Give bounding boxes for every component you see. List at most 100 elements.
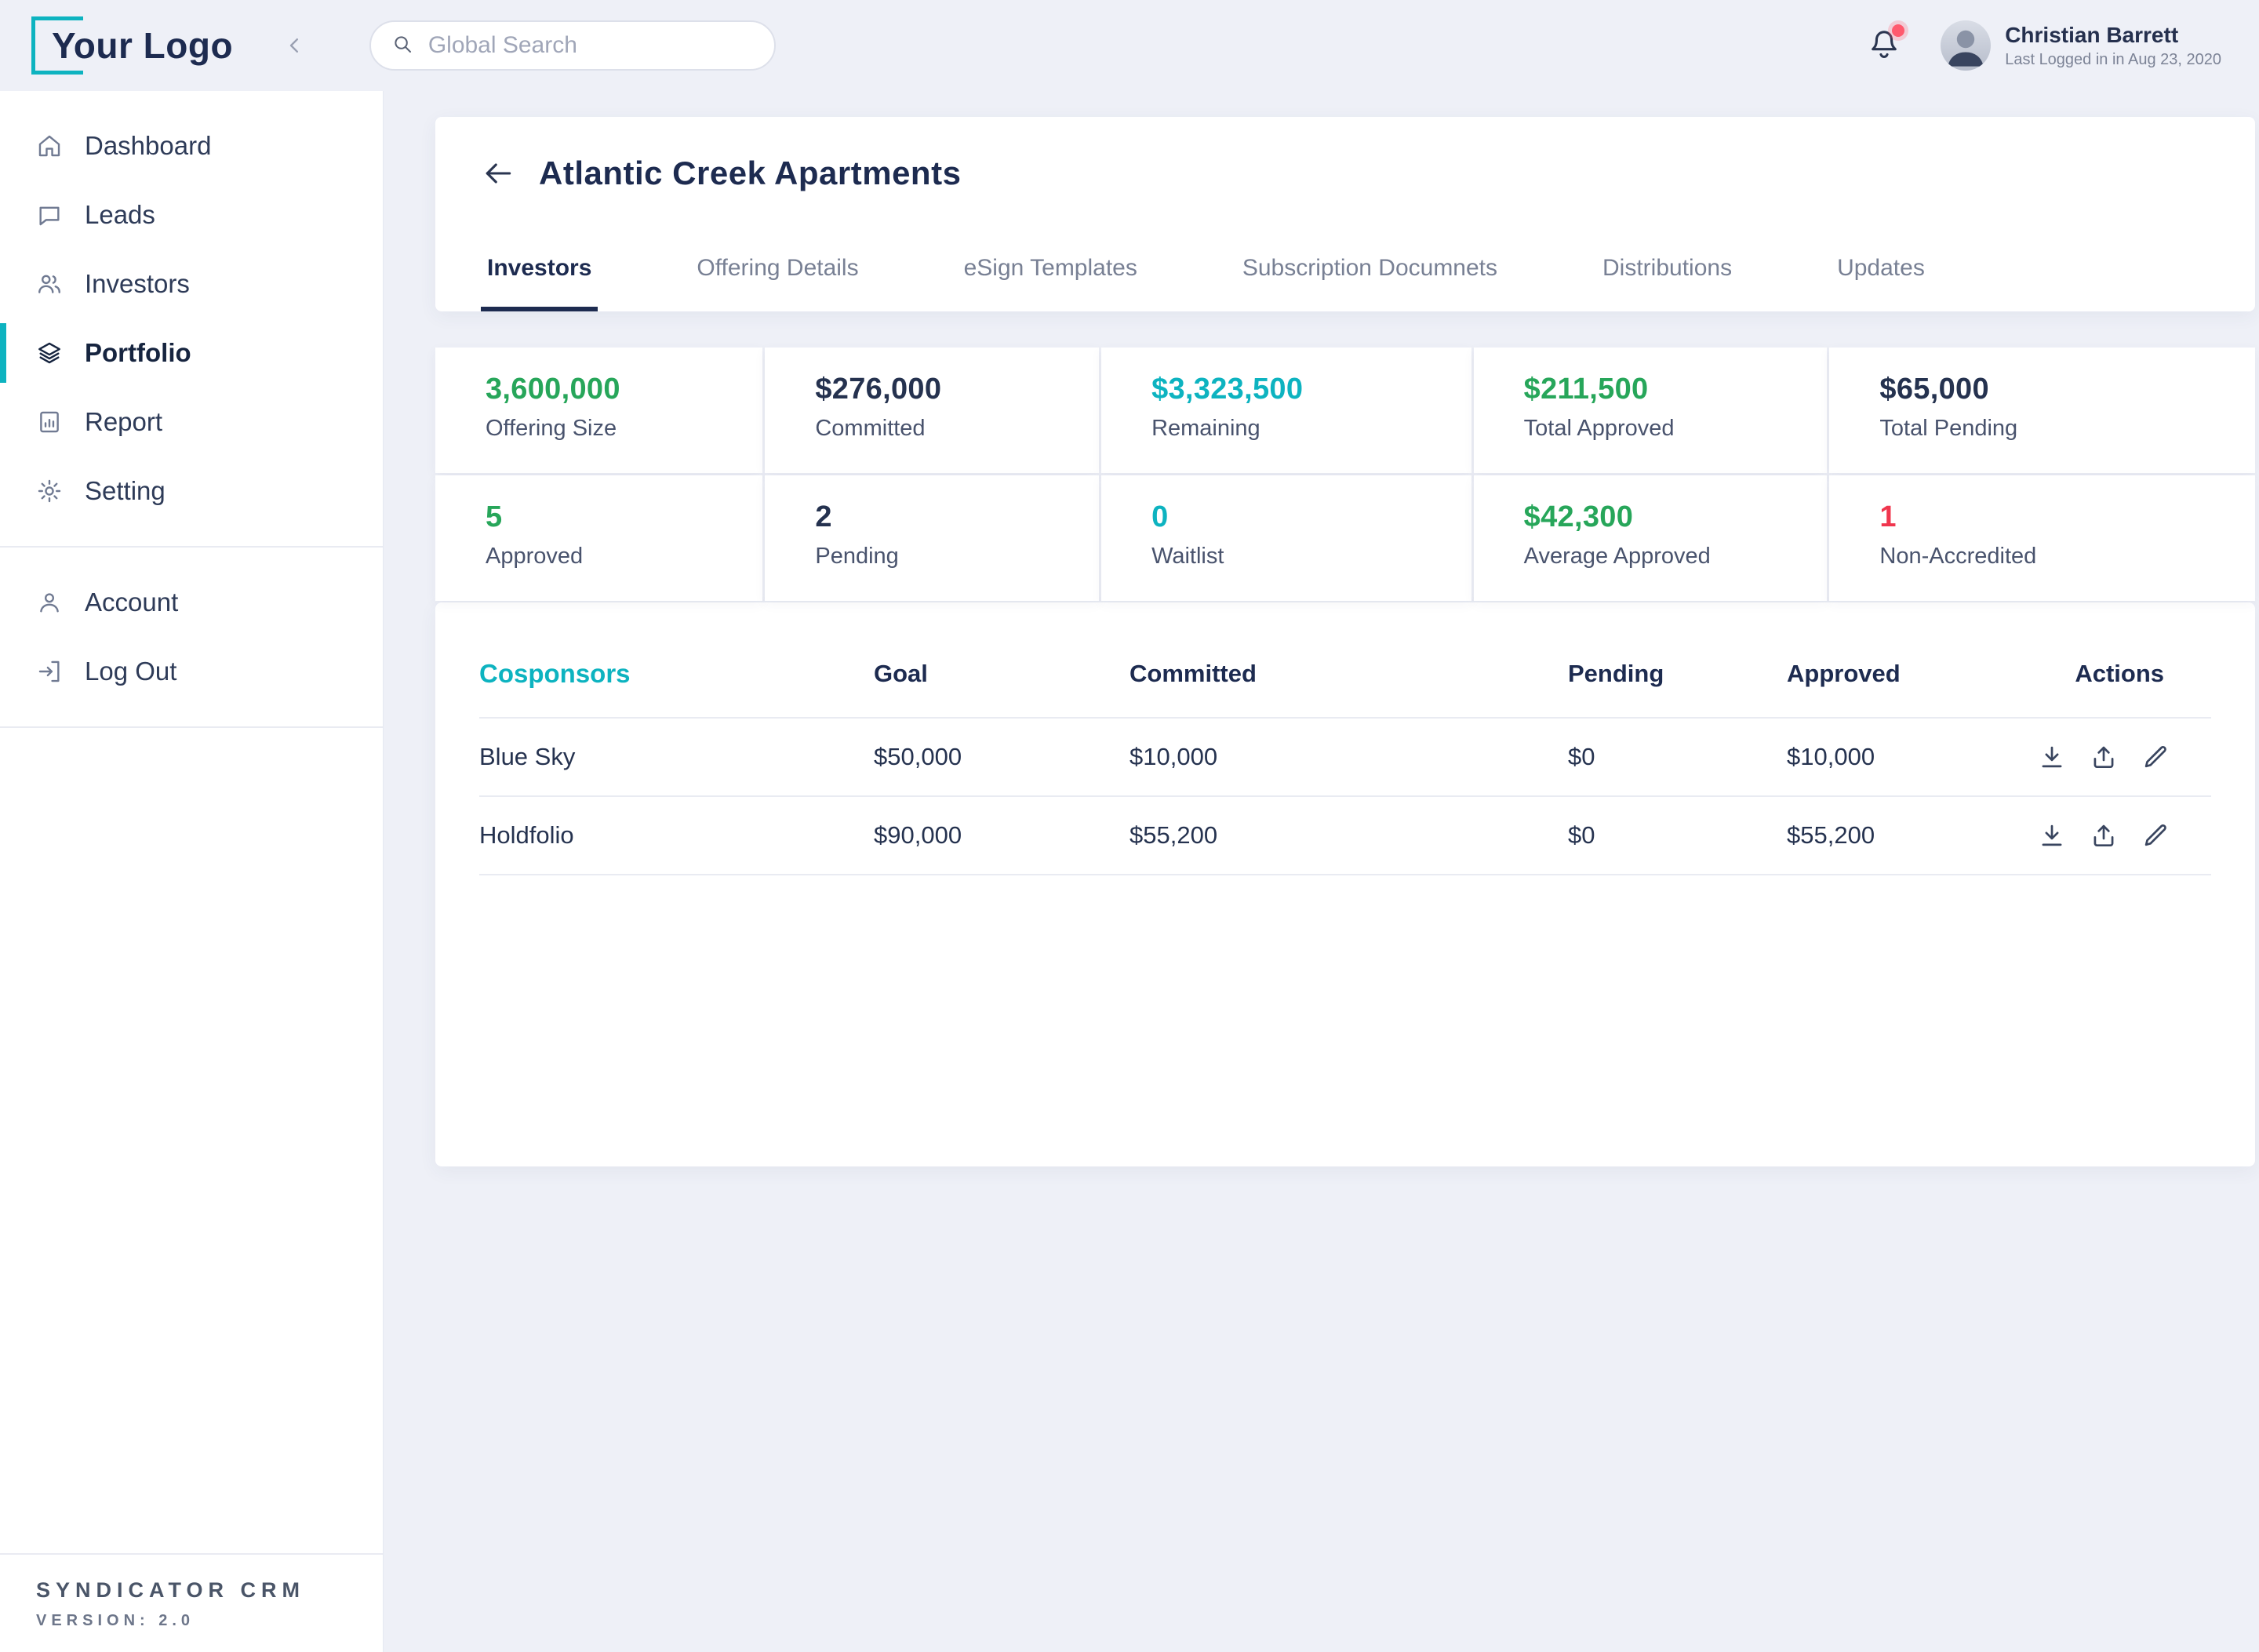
- chevron-left-icon: [282, 32, 308, 59]
- logout-icon: [36, 658, 63, 685]
- download-icon[interactable]: [2037, 742, 2067, 772]
- column-header-approved: Approved: [1787, 660, 2037, 688]
- stat-waitlist-count: 0 Waitlist: [1101, 475, 1471, 601]
- sidebar-divider: [0, 726, 383, 728]
- sidebar-item-label: Report: [85, 407, 162, 437]
- sidebar-item-label: Investors: [85, 269, 190, 299]
- avatar[interactable]: [1941, 20, 1991, 71]
- search-icon: [391, 33, 414, 58]
- sidebar-item-account[interactable]: Account: [0, 568, 383, 637]
- edit-icon[interactable]: [2141, 742, 2170, 772]
- app-logo[interactable]: Your Logo: [31, 15, 233, 76]
- sidebar-item-leads[interactable]: Leads: [0, 180, 383, 249]
- tab-updates[interactable]: Updates: [1831, 239, 1931, 311]
- investors-icon: [36, 271, 63, 297]
- tab-subscription-documents[interactable]: Subscription Documnets: [1236, 239, 1504, 311]
- sidebar: Dashboard Leads Investors Portfolio Repo…: [0, 91, 383, 1652]
- stat-value: 5: [486, 500, 762, 534]
- cosponsor-committed: $55,200: [1130, 821, 1568, 850]
- back-arrow-icon: [481, 156, 515, 191]
- global-search[interactable]: [369, 20, 776, 71]
- export-icon[interactable]: [2089, 821, 2119, 850]
- stat-approved-count: 5 Approved: [435, 475, 762, 601]
- tab-offering-details[interactable]: Offering Details: [690, 239, 864, 311]
- stat-offering-size: 3,600,000 Offering Size: [435, 348, 762, 473]
- stat-value: 1: [1879, 500, 2255, 534]
- stat-label: Non-Accredited: [1879, 544, 2255, 569]
- user-name: Christian Barrett: [2005, 21, 2221, 49]
- home-icon: [36, 133, 63, 159]
- user-last-login: Last Logged in in Aug 23, 2020: [2005, 50, 2221, 70]
- cosponsors-header-row: Cosponsors Goal Committed Pending Approv…: [479, 631, 2211, 719]
- stat-label: Total Pending: [1879, 416, 2255, 442]
- column-header-pending: Pending: [1568, 660, 1787, 688]
- tab-investors[interactable]: Investors: [481, 239, 598, 311]
- stat-label: Waitlist: [1151, 544, 1471, 569]
- stat-value: $211,500: [1524, 373, 1828, 406]
- cosponsor-pending: $0: [1568, 821, 1787, 850]
- stat-label: Approved: [486, 544, 762, 569]
- search-input[interactable]: [428, 32, 754, 59]
- cosponsors-title: Cosponsors: [479, 659, 874, 689]
- stat-value: $42,300: [1524, 500, 1828, 534]
- stat-label: Committed: [815, 416, 1099, 442]
- avatar-person-icon: [1941, 20, 1991, 71]
- sidebar-item-label: Leads: [85, 200, 155, 230]
- sidebar-item-label: Account: [85, 588, 178, 617]
- user-meta[interactable]: Christian Barrett Last Logged in in Aug …: [2005, 21, 2221, 70]
- setting-icon: [36, 478, 63, 504]
- sidebar-footer: SYNDICATOR CRM VERSION: 2.0: [0, 1553, 383, 1652]
- stat-value: 3,600,000: [486, 373, 762, 406]
- stat-value: $3,323,500: [1151, 373, 1471, 406]
- stat-label: Pending: [815, 544, 1099, 569]
- logo-bracket: [31, 16, 83, 75]
- leads-icon: [36, 202, 63, 228]
- cosponsor-approved: $55,200: [1787, 821, 2037, 850]
- sidebar-item-label: Setting: [85, 476, 166, 506]
- cosponsor-goal: $50,000: [874, 743, 1130, 771]
- back-button[interactable]: [481, 156, 515, 191]
- sidebar-item-report[interactable]: Report: [0, 388, 383, 457]
- sidebar-item-label: Portfolio: [85, 338, 191, 368]
- stat-value: $65,000: [1879, 373, 2255, 406]
- cosponsor-name: Holdfolio: [479, 821, 874, 850]
- stat-remaining: $3,323,500 Remaining: [1101, 348, 1471, 473]
- column-header-actions: Actions: [2037, 660, 2211, 688]
- sidebar-item-setting[interactable]: Setting: [0, 457, 383, 526]
- cosponsors-card: Cosponsors Goal Committed Pending Approv…: [435, 602, 2255, 1166]
- account-icon: [36, 589, 63, 616]
- sidebar-divider: [0, 546, 383, 548]
- cosponsor-goal: $90,000: [874, 821, 1130, 850]
- stat-average-approved: $42,300 Average Approved: [1474, 475, 1828, 601]
- sidebar-collapse-button[interactable]: [282, 32, 308, 59]
- page-title: Atlantic Creek Apartments: [539, 155, 961, 192]
- stat-total-approved: $211,500 Total Approved: [1474, 348, 1828, 473]
- cosponsor-pending: $0: [1568, 743, 1787, 771]
- stat-committed: $276,000 Committed: [765, 348, 1099, 473]
- edit-icon[interactable]: [2141, 821, 2170, 850]
- stat-label: Remaining: [1151, 416, 1471, 442]
- table-row: Holdfolio $90,000 $55,200 $0 $55,200: [479, 797, 2211, 875]
- stat-total-pending: $65,000 Total Pending: [1829, 348, 2255, 473]
- topbar-right: Christian Barrett Last Logged in in Aug …: [1867, 20, 2221, 71]
- sidebar-item-portfolio[interactable]: Portfolio: [0, 318, 383, 388]
- tab-esign-templates[interactable]: eSign Templates: [958, 239, 1144, 311]
- download-icon[interactable]: [2037, 821, 2067, 850]
- tab-distributions[interactable]: Distributions: [1596, 239, 1738, 311]
- stat-pending-count: 2 Pending: [765, 475, 1099, 601]
- page-header-card: Atlantic Creek Apartments Investors Offe…: [435, 117, 2255, 311]
- sidebar-item-investors[interactable]: Investors: [0, 249, 383, 318]
- sidebar-item-label: Dashboard: [85, 131, 211, 161]
- portfolio-icon: [36, 340, 63, 366]
- sidebar-item-dashboard[interactable]: Dashboard: [0, 111, 383, 180]
- notification-dot: [1892, 24, 1904, 37]
- main-content: Atlantic Creek Apartments Investors Offe…: [383, 91, 2259, 1652]
- column-header-goal: Goal: [874, 660, 1130, 688]
- notifications-button[interactable]: [1867, 27, 1901, 64]
- cosponsor-committed: $10,000: [1130, 743, 1568, 771]
- stat-value: 2: [815, 500, 1099, 534]
- sidebar-item-logout[interactable]: Log Out: [0, 637, 383, 706]
- export-icon[interactable]: [2089, 742, 2119, 772]
- column-header-committed: Committed: [1130, 660, 1568, 688]
- cosponsor-approved: $10,000: [1787, 743, 2037, 771]
